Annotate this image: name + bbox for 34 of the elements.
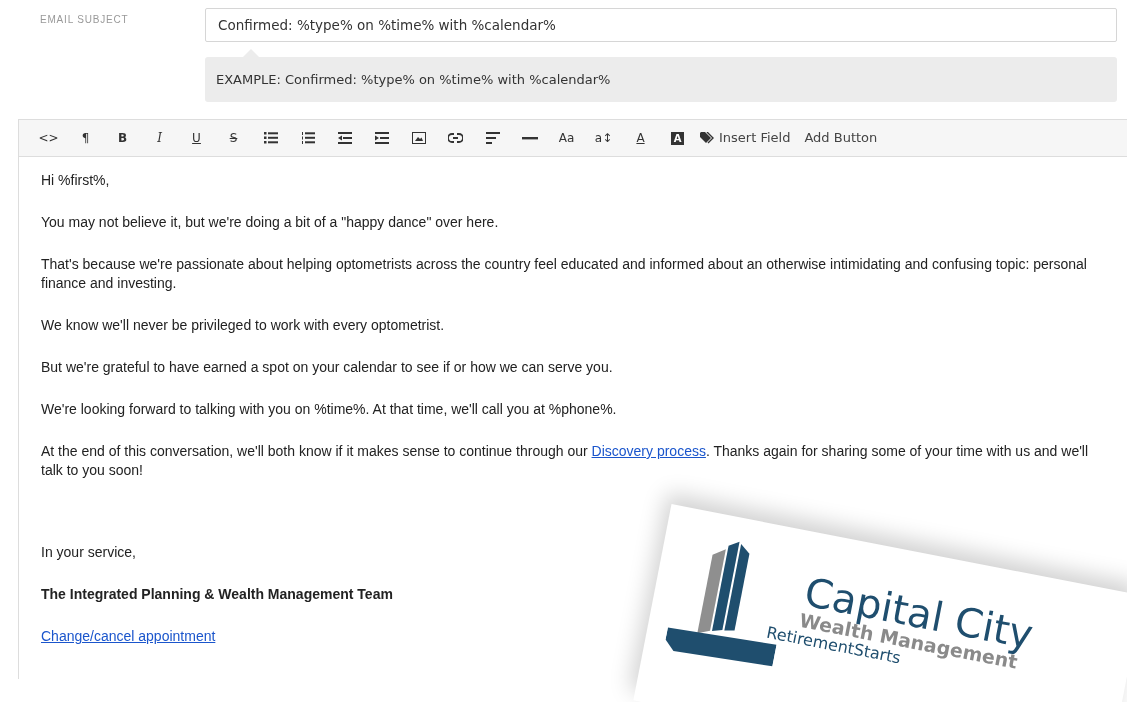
subject-field[interactable]: Confirmed: %type% on %time% with %calendar%	[205, 8, 1117, 42]
text-link[interactable]: Change/cancel appointment	[41, 628, 216, 644]
underline-button[interactable]: U	[178, 127, 215, 149]
paragraph: In your service,	[41, 543, 137, 562]
field-label: EMAIL SUBJECT	[40, 13, 130, 27]
text-link[interactable]: Discovery process	[591, 443, 706, 459]
example-tooltip: EXAMPLE: Confirmed: %type% on %time% with %calendar%	[205, 57, 1117, 102]
outdent-icon	[337, 132, 352, 144]
add-button[interactable]: Add Button	[800, 127, 888, 149]
bullet-list-icon	[263, 132, 278, 144]
horizontal-rule-icon	[521, 136, 538, 140]
toolbar-button[interactable]: Aa	[548, 127, 585, 149]
bold-button[interactable]: B	[104, 127, 141, 149]
paragraph: We're looking forward to talking with you on %time%. At that time, we'll call you at %phone%.	[41, 400, 618, 419]
underline-button[interactable]: A	[622, 127, 659, 149]
insert-field-button[interactable]: Insert Field	[696, 127, 801, 149]
paragraph: Hi %first%,	[41, 171, 111, 190]
numbered-list-icon	[300, 132, 315, 144]
align-left-icon	[485, 132, 500, 144]
image-icon	[411, 132, 426, 144]
toolbar-button[interactable]: a↕	[585, 127, 622, 149]
highlight-button[interactable]: A	[659, 127, 696, 149]
strikethrough-button[interactable]: S	[215, 127, 252, 149]
tag-icon	[700, 132, 714, 144]
indent-icon	[374, 132, 389, 144]
paragraph: At the end of this conversation, we'll both know if it makes sense to continue through our Discovery process. Thanks again for sharing some of your time with us and we'll talk to you soon!	[41, 442, 1090, 480]
toolbar-button[interactable]: ¶	[67, 127, 104, 149]
paragraph: But we're grateful to have earned a spot on your calendar to see if or how we can serve you.	[41, 358, 614, 377]
link-icon	[448, 133, 463, 143]
paragraph: We know we'll never be privileged to work with every optometrist.	[41, 316, 446, 335]
paragraph: You may not believe it, but we're doing a bit of a "happy dance" over here.	[41, 213, 500, 232]
toolbar-button[interactable]: <>	[30, 127, 67, 149]
paragraph: That's because we're passionate about helping optometrists across the country feel educated and informed about an otherwise intimidating and confusing topic: personal finance and investing.	[41, 255, 1088, 293]
italic-button[interactable]: I	[141, 127, 178, 149]
